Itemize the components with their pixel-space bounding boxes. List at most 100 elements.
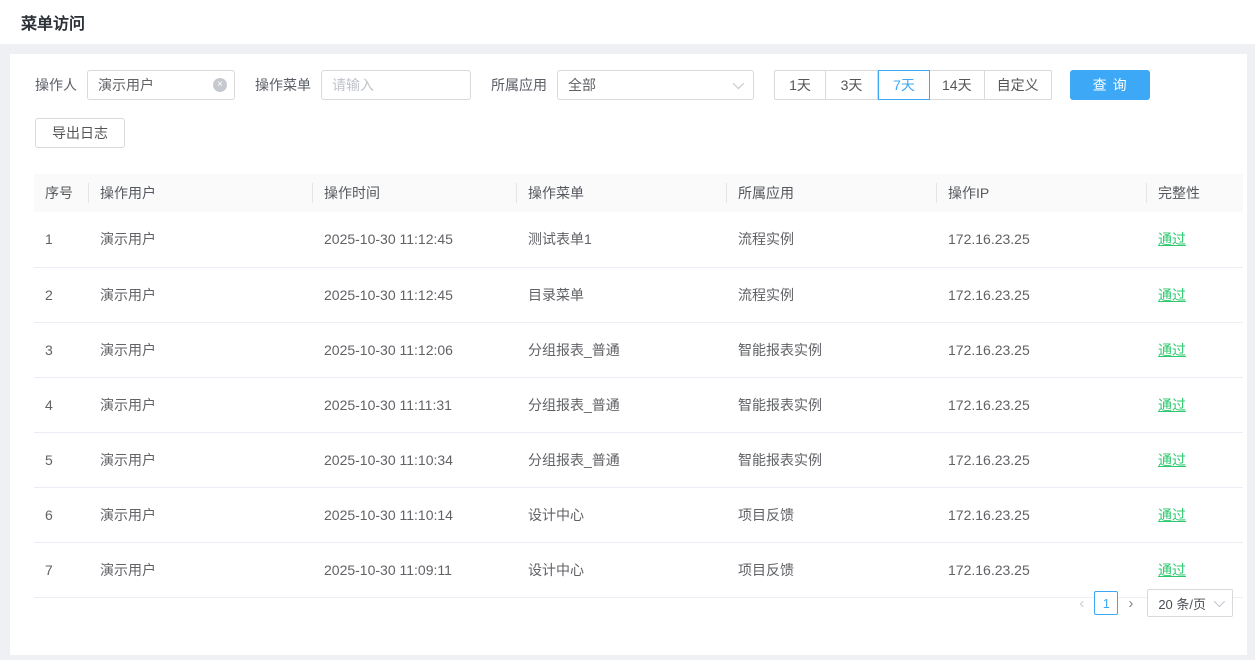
cell-app: 流程实例 [727,267,937,322]
operator-input-wrap: × [87,70,235,100]
cell-time: 2025-10-30 11:10:34 [313,432,517,487]
cell-time: 2025-10-30 11:12:06 [313,322,517,377]
integrity-pass-link[interactable]: 通过 [1158,287,1186,303]
range-button-1[interactable]: 1天 [774,70,826,100]
next-page-button[interactable]: › [1122,596,1139,611]
chevron-down-icon [733,78,744,89]
integrity-pass-link[interactable]: 通过 [1158,452,1186,468]
range-button-2[interactable]: 3天 [826,70,878,100]
export-log-button[interactable]: 导出日志 [35,118,125,148]
cell-app: 项目反馈 [727,487,937,542]
cell-user: 演示用户 [89,542,313,597]
cell-menu: 分组报表_普通 [517,322,727,377]
table-row: 4演示用户2025-10-30 11:11:31分组报表_普通智能报表实例172… [34,377,1243,432]
page-size-value: 20 条/页 [1158,594,1206,613]
content-panel: 操作人 × 操作菜单 所属应用 全部 1天3天7天14天自定义 查询 导出日志 … [10,54,1247,655]
range-button-4[interactable]: 14天 [930,70,985,100]
cell-user: 演示用户 [89,377,313,432]
page-title: 菜单访问 [21,10,85,34]
column-header: 操作用户 [89,174,313,212]
column-header: 操作时间 [313,174,517,212]
integrity-pass-link[interactable]: 通过 [1158,342,1186,358]
cell-user: 演示用户 [89,432,313,487]
integrity-pass-link[interactable]: 通过 [1158,231,1186,247]
cell-app: 智能报表实例 [727,432,937,487]
column-header: 完整性 [1147,174,1243,212]
cell-menu: 分组报表_普通 [517,432,727,487]
export-row: 导出日志 [24,118,1233,148]
cell-user: 演示用户 [89,487,313,542]
cell-ip: 172.16.23.25 [937,212,1147,267]
pagination: ‹ 1 › 20 条/页 [1073,589,1233,617]
integrity-pass-link[interactable]: 通过 [1158,397,1186,413]
cell-index: 6 [34,487,89,542]
page-number-1[interactable]: 1 [1094,591,1118,615]
cell-ip: 172.16.23.25 [937,377,1147,432]
prev-page-button[interactable]: ‹ [1073,596,1090,611]
cell-ip: 172.16.23.25 [937,267,1147,322]
table-body: 1演示用户2025-10-30 11:12:45测试表单1流程实例172.16.… [34,212,1243,597]
filter-row: 操作人 × 操作菜单 所属应用 全部 1天3天7天14天自定义 查询 [24,70,1233,100]
cell-app: 智能报表实例 [727,322,937,377]
integrity-pass-link[interactable]: 通过 [1158,507,1186,523]
cell-integrity: 通过 [1147,322,1243,377]
clear-icon[interactable]: × [213,78,227,92]
column-header: 操作菜单 [517,174,727,212]
cell-menu: 测试表单1 [517,212,727,267]
cell-index: 4 [34,377,89,432]
cell-app: 项目反馈 [727,542,937,597]
top-header-bar: 菜单访问 [0,0,1255,44]
cell-index: 5 [34,432,89,487]
table-row: 2演示用户2025-10-30 11:12:45目录菜单流程实例172.16.2… [34,267,1243,322]
search-button[interactable]: 查询 [1070,70,1150,100]
cell-menu: 设计中心 [517,487,727,542]
cell-user: 演示用户 [89,212,313,267]
access-log-table: 序号操作用户操作时间操作菜单所属应用操作IP完整性 1演示用户2025-10-3… [34,174,1243,598]
cell-time: 2025-10-30 11:10:14 [313,487,517,542]
cell-ip: 172.16.23.25 [937,432,1147,487]
cell-integrity: 通过 [1147,212,1243,267]
page-size-select[interactable]: 20 条/页 [1147,589,1233,617]
cell-app: 流程实例 [727,212,937,267]
cell-menu: 分组报表_普通 [517,377,727,432]
cell-time: 2025-10-30 11:12:45 [313,212,517,267]
table-row: 5演示用户2025-10-30 11:10:34分组报表_普通智能报表实例172… [34,432,1243,487]
table-header-row: 序号操作用户操作时间操作菜单所属应用操作IP完整性 [34,174,1243,212]
menu-input-wrap [321,70,471,100]
app-label: 所属应用 [491,75,547,95]
cell-user: 演示用户 [89,322,313,377]
cell-time: 2025-10-30 11:12:45 [313,267,517,322]
range-button-5[interactable]: 自定义 [985,70,1052,100]
cell-integrity: 通过 [1147,432,1243,487]
cell-time: 2025-10-30 11:09:11 [313,542,517,597]
app-select-value: 全部 [568,75,596,95]
cell-user: 演示用户 [89,267,313,322]
cell-app: 智能报表实例 [727,377,937,432]
integrity-pass-link[interactable]: 通过 [1158,562,1186,578]
menu-label: 操作菜单 [255,75,311,95]
column-header: 操作IP [937,174,1147,212]
table-row: 7演示用户2025-10-30 11:09:11设计中心项目反馈172.16.2… [34,542,1243,597]
cell-menu: 目录菜单 [517,267,727,322]
menu-input[interactable] [321,70,471,100]
operator-label: 操作人 [35,75,77,95]
chevron-down-icon [1214,596,1225,607]
app-select[interactable]: 全部 [557,70,754,100]
cell-integrity: 通过 [1147,267,1243,322]
cell-integrity: 通过 [1147,487,1243,542]
cell-ip: 172.16.23.25 [937,322,1147,377]
date-range-group: 1天3天7天14天自定义 [774,70,1052,100]
table-row: 1演示用户2025-10-30 11:12:45测试表单1流程实例172.16.… [34,212,1243,267]
cell-integrity: 通过 [1147,377,1243,432]
table-row: 3演示用户2025-10-30 11:12:06分组报表_普通智能报表实例172… [34,322,1243,377]
cell-index: 1 [34,212,89,267]
column-header: 序号 [34,174,89,212]
cell-index: 2 [34,267,89,322]
cell-index: 3 [34,322,89,377]
column-header: 所属应用 [727,174,937,212]
table-row: 6演示用户2025-10-30 11:10:14设计中心项目反馈172.16.2… [34,487,1243,542]
range-button-3[interactable]: 7天 [878,70,930,100]
cell-menu: 设计中心 [517,542,727,597]
cell-index: 7 [34,542,89,597]
cell-time: 2025-10-30 11:11:31 [313,377,517,432]
